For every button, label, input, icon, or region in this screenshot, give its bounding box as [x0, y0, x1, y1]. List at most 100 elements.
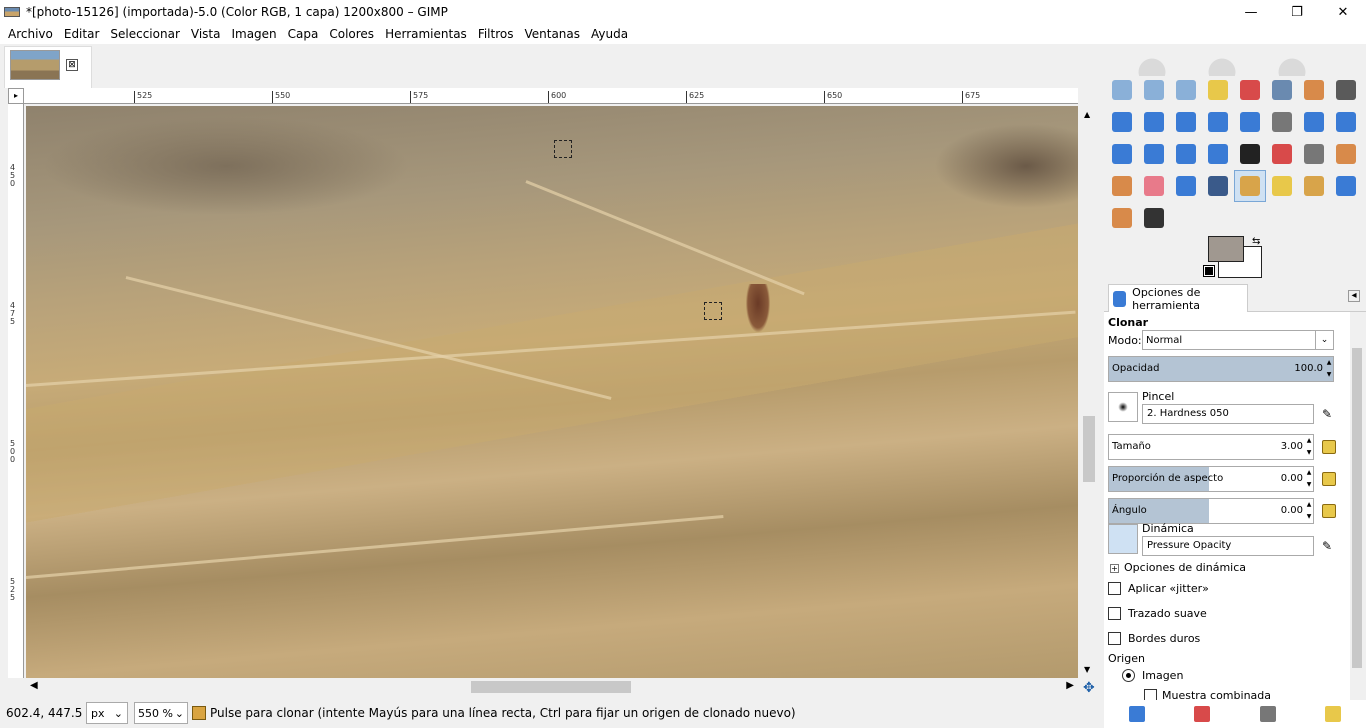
- tool-heal[interactable]: [1266, 170, 1298, 202]
- tool-flip[interactable]: [1170, 138, 1202, 170]
- tool-airbrush[interactable]: [1170, 170, 1202, 202]
- spin-arrows-icon[interactable]: ▲ ▼: [1325, 357, 1333, 381]
- opacity-slider[interactable]: Opacidad 100.0 ▲ ▼: [1108, 356, 1334, 382]
- smooth-stroke-checkbox[interactable]: [1108, 607, 1121, 620]
- tool-rotate[interactable]: [1298, 106, 1330, 138]
- tool-perspective-clone[interactable]: [1298, 170, 1330, 202]
- source-image-radio[interactable]: [1122, 669, 1135, 682]
- menu-capa[interactable]: Capa: [284, 27, 326, 41]
- scroll-right-icon[interactable]: ▶: [1066, 680, 1074, 691]
- tool-bucket-fill[interactable]: [1266, 138, 1298, 170]
- tool-pencil[interactable]: [1330, 138, 1362, 170]
- tool-smudge[interactable]: [1106, 202, 1138, 234]
- scroll-thumb[interactable]: [1352, 348, 1362, 668]
- horizontal-scrollbar[interactable]: ◀ ▶: [26, 678, 1078, 696]
- dynamics-preview[interactable]: [1108, 524, 1138, 554]
- edit-icon[interactable]: ✎: [1322, 539, 1336, 553]
- navigate-icon[interactable]: ✥: [1083, 680, 1095, 696]
- edit-icon[interactable]: ✎: [1322, 407, 1336, 421]
- save-options-icon[interactable]: [1128, 706, 1145, 722]
- menu-imagen[interactable]: Imagen: [227, 27, 283, 41]
- dock-menu-icon[interactable]: ◂: [1348, 290, 1360, 302]
- tool-text[interactable]: [1234, 138, 1266, 170]
- reset-angle-icon[interactable]: [1322, 504, 1336, 518]
- tool-select-by-color[interactable]: [1234, 74, 1266, 106]
- close-tab-icon[interactable]: ⊠: [66, 59, 78, 71]
- tool-paintbrush[interactable]: [1106, 170, 1138, 202]
- menu-seleccionar[interactable]: Seleccionar: [106, 27, 186, 41]
- reset-options-icon[interactable]: [1325, 706, 1342, 722]
- minimize-button[interactable]: —: [1228, 0, 1274, 24]
- menu-vista[interactable]: Vista: [187, 27, 228, 41]
- menu-editar[interactable]: Editar: [60, 27, 107, 41]
- image-thumbnail[interactable]: [10, 50, 60, 80]
- quick-mask-toggle[interactable]: ▸: [8, 88, 24, 104]
- tool-ellipse-select[interactable]: [1138, 74, 1170, 106]
- menu-filtros[interactable]: Filtros: [474, 27, 521, 41]
- tool-crop[interactable]: [1266, 106, 1298, 138]
- tool-blur[interactable]: [1330, 170, 1362, 202]
- tool-shear[interactable]: [1106, 138, 1138, 170]
- tool-measure[interactable]: [1170, 106, 1202, 138]
- tool-zoom[interactable]: [1138, 106, 1170, 138]
- mode-select[interactable]: Normal ⌄: [1142, 330, 1334, 350]
- maximize-button[interactable]: ❐: [1274, 0, 1320, 24]
- delete-options-icon[interactable]: [1259, 706, 1276, 722]
- menu-archivo[interactable]: Archivo: [4, 27, 60, 41]
- angle-slider[interactable]: Ángulo 0.00 ▲ ▼: [1108, 498, 1314, 524]
- unit-select[interactable]: px ⌄: [86, 702, 128, 724]
- tool-eraser[interactable]: [1138, 170, 1170, 202]
- tool-clone[interactable]: [1234, 170, 1266, 202]
- close-button[interactable]: ✕: [1320, 0, 1366, 24]
- tool-scissors[interactable]: [1266, 74, 1298, 106]
- panel-scrollbar[interactable]: [1350, 312, 1364, 722]
- tool-foreground-select[interactable]: [1298, 74, 1330, 106]
- hard-edge-checkbox[interactable]: [1108, 632, 1121, 645]
- tool-gradient[interactable]: [1298, 138, 1330, 170]
- tool-cage[interactable]: [1202, 138, 1234, 170]
- menu-ayuda[interactable]: Ayuda: [587, 27, 635, 41]
- scroll-left-icon[interactable]: ◀: [30, 680, 38, 691]
- tool-perspective[interactable]: [1138, 138, 1170, 170]
- aspect-slider[interactable]: Proporción de aspecto 0.00 ▲ ▼: [1108, 466, 1314, 492]
- menu-ventanas[interactable]: Ventanas: [520, 27, 587, 41]
- tool-color-picker[interactable]: [1106, 106, 1138, 138]
- tool-move[interactable]: [1202, 106, 1234, 138]
- fg-bg-colors: ⇆: [1203, 236, 1264, 280]
- tool-rect-select[interactable]: [1106, 74, 1138, 106]
- scroll-thumb[interactable]: [1083, 416, 1095, 482]
- spin-arrows-icon[interactable]: ▲ ▼: [1305, 435, 1313, 459]
- dynamics-options-expander[interactable]: Opciones de dinámica: [1124, 561, 1246, 574]
- menu-colores[interactable]: Colores: [325, 27, 381, 41]
- tool-align[interactable]: [1234, 106, 1266, 138]
- horizontal-ruler[interactable]: 525 550 575 600 625 650 675: [24, 88, 1078, 104]
- default-colors-icon[interactable]: [1203, 265, 1215, 277]
- tool-fuzzy-select[interactable]: [1202, 74, 1234, 106]
- tool-paths[interactable]: [1330, 74, 1362, 106]
- tool-ink[interactable]: [1202, 170, 1234, 202]
- reset-size-icon[interactable]: [1322, 440, 1336, 454]
- tab-tool-options[interactable]: Opciones de herramienta: [1108, 284, 1248, 312]
- zoom-select[interactable]: 550 % ⌄: [134, 702, 188, 724]
- tool-dodge-burn[interactable]: [1138, 202, 1170, 234]
- jitter-checkbox[interactable]: [1108, 582, 1121, 595]
- expand-icon[interactable]: +: [1110, 564, 1119, 573]
- menu-herramientas[interactable]: Herramientas: [381, 27, 474, 41]
- spin-arrows-icon[interactable]: ▲ ▼: [1305, 467, 1313, 491]
- tool-scale[interactable]: [1330, 106, 1362, 138]
- foreground-color[interactable]: [1208, 236, 1244, 262]
- scroll-thumb[interactable]: [471, 681, 631, 693]
- restore-options-icon[interactable]: [1194, 706, 1211, 722]
- dynamics-field[interactable]: Pressure Opacity: [1142, 536, 1314, 556]
- brush-field[interactable]: 2. Hardness 050: [1142, 404, 1314, 424]
- reset-aspect-icon[interactable]: [1322, 472, 1336, 486]
- vertical-ruler[interactable]: 4 5 0 4 7 5 5 0 0 5 2 5: [8, 104, 24, 678]
- spin-arrows-icon[interactable]: ▲ ▼: [1305, 499, 1313, 523]
- image-canvas[interactable]: [25, 106, 1078, 678]
- scroll-up-icon[interactable]: ▲: [1084, 110, 1090, 119]
- brush-preview[interactable]: [1108, 392, 1138, 422]
- vertical-scrollbar[interactable]: ▲ ▼: [1080, 106, 1098, 678]
- tool-free-select[interactable]: [1170, 74, 1202, 106]
- scroll-down-icon[interactable]: ▼: [1084, 665, 1090, 674]
- size-slider[interactable]: Tamaño 3.00 ▲ ▼: [1108, 434, 1314, 460]
